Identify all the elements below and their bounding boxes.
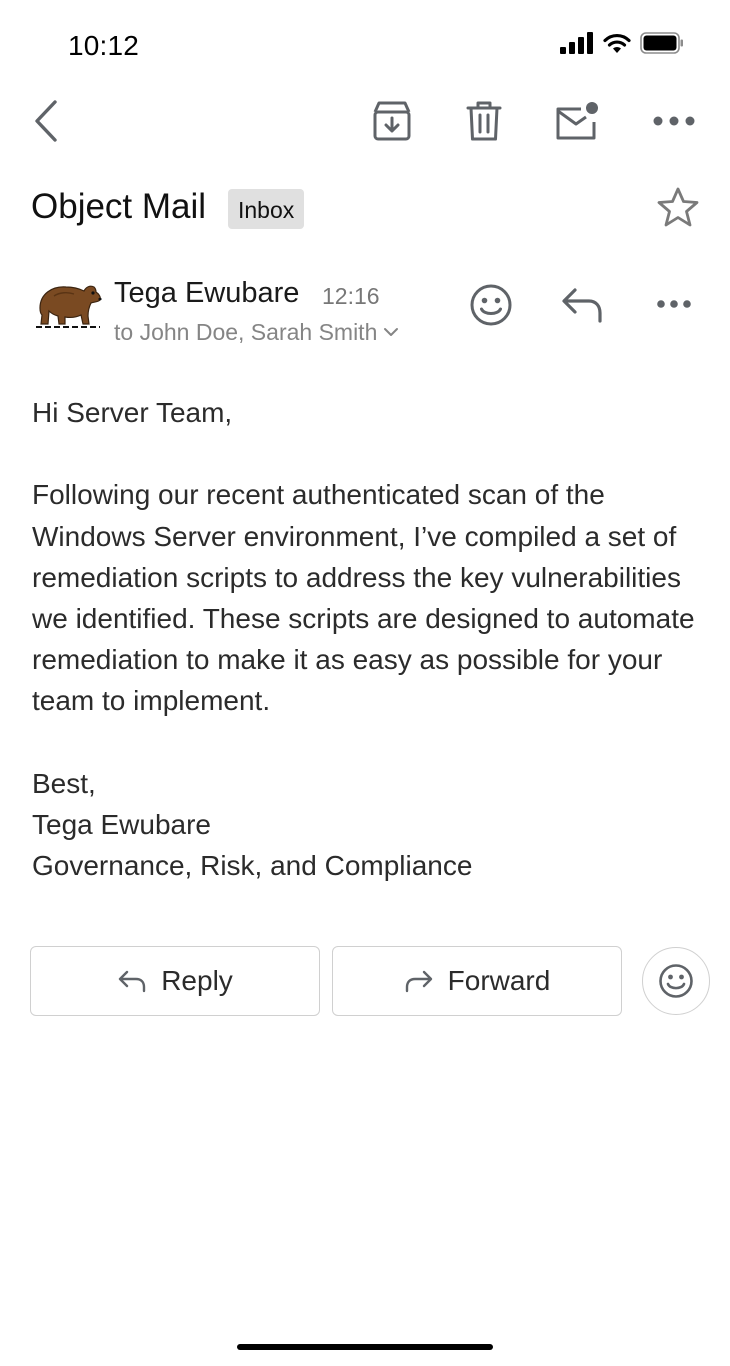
- emoji-icon: [659, 964, 693, 998]
- reply-icon: [562, 288, 602, 323]
- add-reaction-button[interactable]: [466, 280, 516, 330]
- body-paragraph: Following our recent authenticated scan …: [32, 479, 695, 717]
- star-icon: [657, 187, 699, 227]
- sent-time: 12:16: [322, 283, 380, 309]
- signal-icon: [560, 32, 593, 54]
- message-more-button[interactable]: [648, 282, 700, 326]
- signature-department: Governance, Risk, and Compliance: [32, 850, 473, 882]
- signature-name: Tega Ewubare: [32, 809, 212, 840]
- delete-button[interactable]: [458, 96, 510, 146]
- email-body: Hi Server Team, Following our recent aut…: [32, 392, 712, 886]
- reply-icon-button[interactable]: [556, 280, 610, 330]
- more-icon: [657, 300, 691, 308]
- home-indicator[interactable]: [237, 1344, 493, 1350]
- forward-button[interactable]: Forward: [332, 946, 622, 1016]
- bear-avatar-icon: [36, 285, 102, 328]
- add-reaction-round-button[interactable]: [642, 947, 710, 1015]
- reply-button[interactable]: Reply: [30, 946, 320, 1016]
- mark-unread-button[interactable]: [550, 96, 604, 146]
- status-time: 10:12: [68, 30, 140, 61]
- forward-icon: [405, 970, 432, 993]
- sender-name[interactable]: Tega Ewubare: [114, 276, 299, 310]
- star-button[interactable]: [652, 182, 704, 232]
- emoji-icon: [470, 284, 512, 326]
- email-subject: Object Mail: [31, 187, 207, 226]
- status-icons: [560, 32, 684, 54]
- back-button[interactable]: [24, 96, 68, 146]
- trash-icon: [466, 101, 502, 141]
- archive-icon: [373, 101, 411, 141]
- reply-icon: [119, 970, 146, 993]
- archive-button[interactable]: [366, 96, 418, 146]
- body-signoff: Best,: [32, 767, 96, 799]
- back-icon: [35, 100, 57, 142]
- recipients-text: to John Doe, Sarah Smith: [114, 319, 378, 345]
- mark-unread-icon: [556, 102, 598, 140]
- body-greeting: Hi Server Team,: [32, 397, 233, 428]
- recipients-toggle[interactable]: to John Doe, Sarah Smith: [114, 318, 399, 346]
- forward-label: Forward: [447, 965, 551, 996]
- wifi-icon: [603, 33, 631, 53]
- sender-avatar[interactable]: [34, 278, 102, 330]
- inbox-label-badge[interactable]: Inbox: [228, 189, 305, 229]
- more-options-button[interactable]: [646, 96, 702, 146]
- more-icon: [653, 116, 695, 126]
- battery-icon: [640, 32, 683, 54]
- chevron-down-icon: [384, 328, 399, 336]
- reply-label: Reply: [161, 965, 233, 996]
